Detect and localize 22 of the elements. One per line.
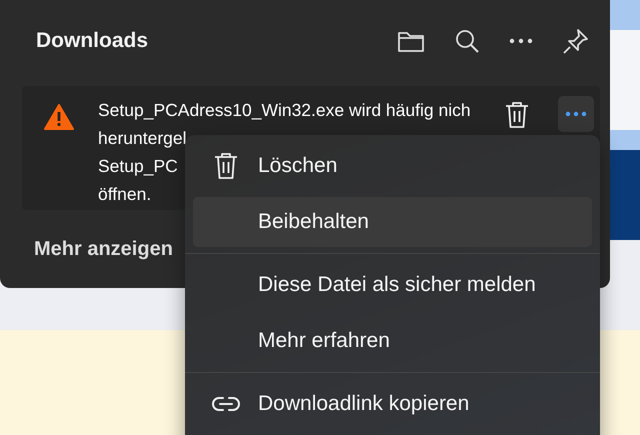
menu-item[interactable]: Beibehalten xyxy=(193,197,592,247)
download-message: öffnen. xyxy=(98,183,152,206)
warning-icon xyxy=(44,104,74,130)
link-icon xyxy=(212,396,240,412)
trash-icon xyxy=(212,151,238,181)
menu-item[interactable]: Diese Datei als sicher melden xyxy=(193,260,592,310)
page-header-strip xyxy=(610,0,640,30)
panel-title: Downloads xyxy=(36,29,148,53)
download-message: Setup_PC xyxy=(98,155,178,178)
search-icon[interactable] xyxy=(454,28,480,54)
more-button[interactable] xyxy=(558,96,594,132)
download-message: Setup_PCAdress10_Win32.exe wird häufig nich xyxy=(98,99,471,122)
menu-item[interactable]: Löschen xyxy=(193,141,592,191)
more-icon xyxy=(565,111,587,117)
pin-icon[interactable] xyxy=(562,27,590,55)
trash-icon[interactable] xyxy=(504,100,530,130)
folder-icon[interactable] xyxy=(397,29,425,53)
show-more-link[interactable]: Mehr anzeigen xyxy=(34,238,173,261)
download-message: heruntergel xyxy=(98,127,187,150)
menu-item[interactable]: Mehr erfahren xyxy=(193,316,592,366)
more-icon[interactable] xyxy=(509,38,533,44)
menu-item[interactable]: Downloadlink kopieren xyxy=(193,379,592,429)
